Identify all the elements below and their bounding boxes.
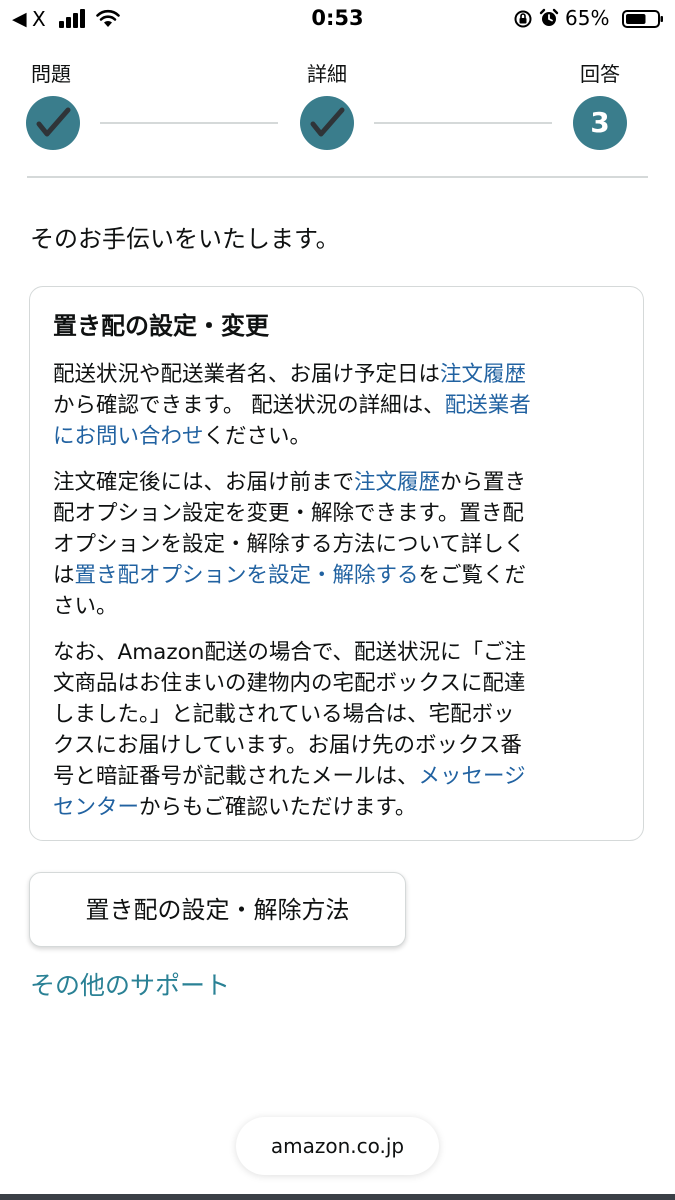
checkmark-icon <box>36 107 71 137</box>
carrier-contact-link-continued[interactable]: にお問い合わせ <box>53 424 204 449</box>
order-history-link[interactable]: 注文履歴 <box>440 362 526 387</box>
message-center-link[interactable]: メッセージ <box>419 764 526 789</box>
status-bar: ◀ X 0:53 65% <box>0 0 675 38</box>
intro-text: そのお手伝いをいたします。 <box>30 225 340 253</box>
progress-stepper: 問題 詳細 回答 3 <box>0 58 675 168</box>
paragraph-text: 配オプション設定を変更・解除できます。置き配 <box>53 501 524 526</box>
card-paragraph-3: なお、Amazon配送の場合で、配送状況に「ご注 文商品はお住まいの建物内の宅配… <box>53 637 618 823</box>
paragraph-text: なお、Amazon配送の場合で、配送状況に「ご注 <box>53 640 527 665</box>
step-label-problem: 問題 <box>31 62 71 86</box>
stepper-divider <box>27 176 648 178</box>
step-3-current: 3 <box>573 96 627 150</box>
step-label-answer: 回答 <box>580 62 620 86</box>
message-center-link-continued[interactable]: センター <box>53 795 139 820</box>
checkmark-icon <box>310 107 345 137</box>
delivery-settings-button[interactable]: 置き配の設定・解除方法 <box>29 872 406 947</box>
carrier-contact-link[interactable]: 配送業者 <box>445 393 531 418</box>
other-support-link[interactable]: その他のサポート <box>30 968 230 1004</box>
paragraph-text: さい。 <box>53 594 118 619</box>
paragraph-text: しました。」と記載されている場合は、宅配ボッ <box>53 702 515 727</box>
paragraph-text: 注文確定後には、お届け前まで <box>53 470 355 495</box>
answer-card: 置き配の設定・変更 配送状況や配送業者名、お届け予定日は注文履歴 から確認できま… <box>29 286 644 841</box>
step-1-completed <box>26 96 80 150</box>
paragraph-text: 配送状況や配送業者名、お届け予定日は <box>53 362 441 387</box>
paragraph-text: から確認できます。 配送状況の詳細は、 <box>53 393 445 418</box>
card-paragraph-2: 注文確定後には、お届け前まで注文履歴から置き 配オプション設定を変更・解除できま… <box>53 467 618 622</box>
order-history-link[interactable]: 注文履歴 <box>354 470 440 495</box>
paragraph-text: クスにお届けしています。お届け先のボックス番 <box>53 733 522 758</box>
step-connector-2 <box>374 122 552 124</box>
paragraph-text: ください。 <box>203 424 312 449</box>
paragraph-text: 文商品はお住まいの建物内の宅配ボックスに配達 <box>53 671 526 696</box>
paragraph-text: は <box>53 563 75 588</box>
step-connector-1 <box>100 122 278 124</box>
browser-url-bar[interactable]: amazon.co.jp <box>236 1117 439 1175</box>
paragraph-text: から置き <box>440 470 527 495</box>
orientation-lock-icon <box>514 10 532 28</box>
paragraph-text: 号と暗証番号が記載されたメールは、 <box>53 764 419 789</box>
step-2-completed <box>300 96 354 150</box>
paragraph-text: をご覧くだ <box>418 563 527 588</box>
page: ◀ X 0:53 65% 問題 詳細 回答 3 そのお手伝いをいたします。 置き… <box>0 0 675 1200</box>
alarm-icon <box>539 8 559 26</box>
card-paragraph-1: 配送状況や配送業者名、お届け予定日は注文履歴 から確認できます。 配送状況の詳細… <box>53 359 618 452</box>
step-label-details: 詳細 <box>307 62 347 86</box>
paragraph-text: からもご確認いただけます。 <box>139 795 417 820</box>
delivery-option-settings-link[interactable]: 置き配オプションを設定・解除する <box>75 563 419 588</box>
battery-icon <box>622 10 663 28</box>
card-title: 置き配の設定・変更 <box>53 312 269 340</box>
battery-percent: 65% <box>565 6 610 30</box>
bottom-edge-bar <box>0 1194 675 1200</box>
paragraph-text: オプションを設定・解除する方法について詳しく <box>53 532 526 557</box>
